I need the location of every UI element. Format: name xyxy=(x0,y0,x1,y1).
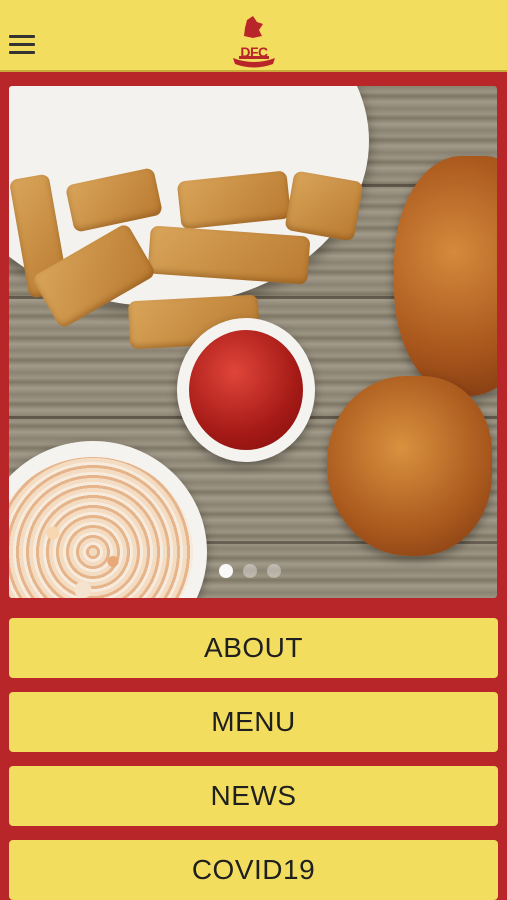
carousel-dot-2[interactable] xyxy=(243,564,257,578)
header-divider xyxy=(0,72,507,86)
fried-chicken-image xyxy=(327,376,492,556)
fry xyxy=(176,170,292,230)
hamburger-line xyxy=(9,43,35,46)
dfc-logo-icon xyxy=(233,16,275,68)
hamburger-line xyxy=(9,51,35,54)
news-button[interactable]: NEWS xyxy=(9,766,498,826)
hamburger-line xyxy=(9,35,35,38)
logo-text: DFC xyxy=(240,44,268,60)
dfc-logo[interactable]: DFC xyxy=(229,14,279,72)
carousel-indicators xyxy=(219,564,281,578)
menu-button[interactable]: MENU xyxy=(9,692,498,752)
ketchup xyxy=(189,330,303,450)
hamburger-menu-icon[interactable] xyxy=(9,35,35,55)
fry xyxy=(147,225,311,285)
image-carousel[interactable] xyxy=(9,86,497,598)
fry xyxy=(284,170,364,242)
carousel-dot-1[interactable] xyxy=(219,564,233,578)
coleslaw xyxy=(9,457,193,598)
about-button[interactable]: ABOUT xyxy=(9,618,498,678)
covid19-button[interactable]: COVID19 xyxy=(9,840,498,900)
carousel-dot-3[interactable] xyxy=(267,564,281,578)
ketchup-ramekin-image xyxy=(177,318,315,462)
fry xyxy=(64,167,164,233)
app-header: DFC xyxy=(0,0,507,72)
